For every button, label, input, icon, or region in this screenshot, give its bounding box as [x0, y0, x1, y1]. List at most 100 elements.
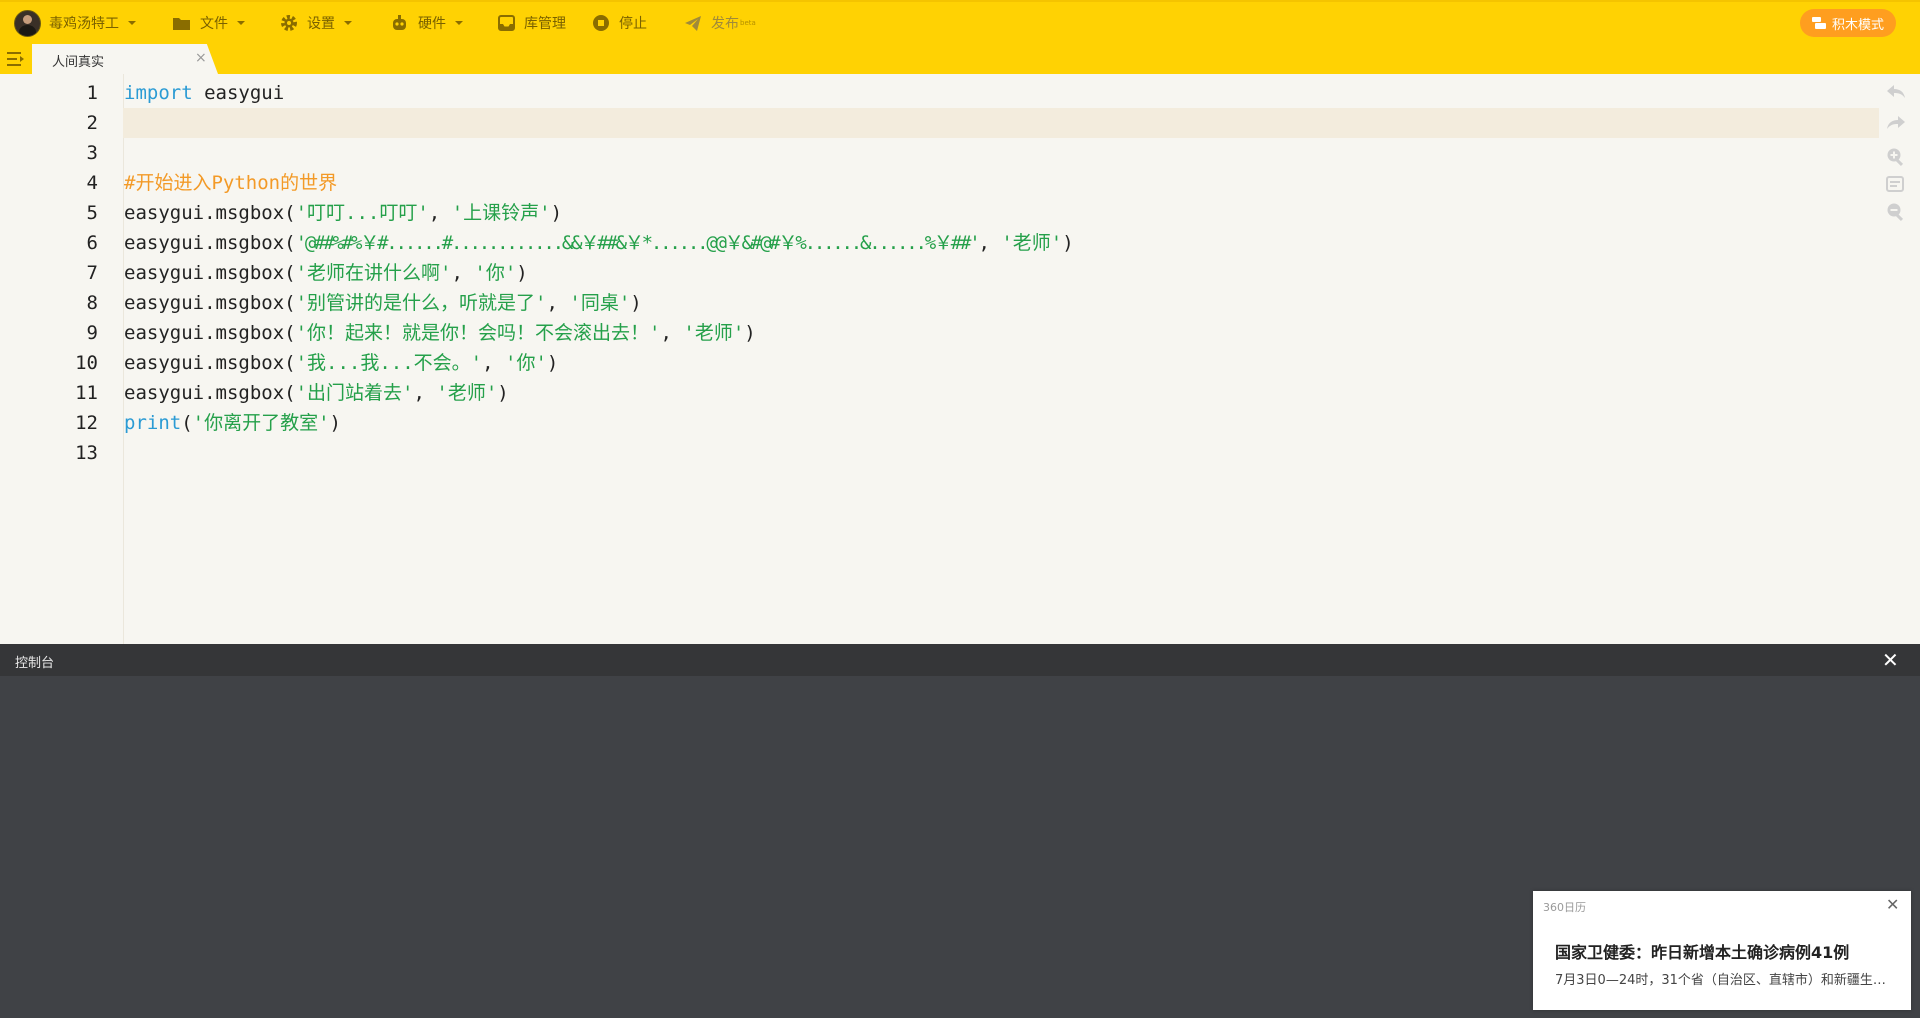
stop-circle-icon: [593, 15, 609, 31]
settings-menu-label: 设置: [307, 16, 335, 32]
robot-icon: [393, 15, 406, 30]
line-number: 5: [86, 202, 98, 224]
line-number: 3: [86, 142, 98, 164]
code-text: ): [630, 292, 642, 314]
undo-icon[interactable]: [1886, 84, 1906, 104]
code-format-icon[interactable]: [1886, 176, 1904, 196]
code-line[interactable]: #开始进入Python的世界: [124, 168, 337, 198]
news-notification[interactable]: 360日历 ✕ 国家卫健委：昨日新增本土确诊病例41例 7月3日0—24时，31…: [1533, 891, 1911, 1010]
top-menu-bar: 毒鸡汤特工 文件 设置 硬件 库管理 停止 发布 beta 积木模式: [0, 0, 1920, 44]
chevron-down-icon: [455, 21, 463, 25]
code-text: ,: [660, 322, 684, 344]
string-literal: '同桌': [569, 292, 631, 314]
string-literal: '你！起来！就是你！会吗！不会滚出去！': [295, 322, 661, 344]
code-text: ,: [978, 232, 1002, 254]
zoom-in-icon[interactable]: [1886, 147, 1906, 171]
comment: #开始进入: [124, 172, 212, 194]
code-text: easygui.msgbox(: [124, 292, 296, 314]
code-line[interactable]: print('你离开了教室'): [124, 408, 341, 438]
code-line[interactable]: easygui.msgbox('出门站着去', '老师'): [124, 378, 509, 408]
sidebar-toggle-button[interactable]: [7, 51, 25, 71]
code-text: ,: [451, 262, 475, 284]
stop-menu-label: 停止: [619, 16, 647, 32]
beta-badge: beta: [740, 19, 756, 27]
line-number: 4: [86, 172, 98, 194]
tab-file[interactable]: 人间真实 ×: [32, 44, 218, 74]
keyword: print: [124, 412, 182, 434]
menu-indent-icon: [7, 52, 24, 66]
line-number: 12: [75, 412, 98, 434]
code-text: ): [550, 202, 563, 224]
user-menu[interactable]: 毒鸡汤特工: [14, 2, 136, 44]
code-text: ,: [428, 202, 452, 224]
keyword: import: [124, 82, 193, 104]
block-mode-button[interactable]: 积木模式: [1800, 9, 1896, 37]
line-number: 10: [75, 352, 98, 374]
string-literal: '你离开了教室': [192, 412, 330, 434]
folder-icon: [173, 17, 190, 30]
settings-menu[interactable]: 设置: [280, 2, 352, 44]
line-number: 11: [75, 382, 98, 404]
line-number: 13: [75, 442, 98, 464]
string-literal: '老师': [1001, 232, 1063, 254]
library-manager[interactable]: 库管理: [498, 2, 566, 44]
string-literal: '@##%#%￥#......#............&&￥##&￥*....…: [295, 232, 981, 254]
tab-label: 人间真实: [52, 55, 105, 70]
redo-icon[interactable]: [1886, 115, 1906, 135]
code-text: ): [497, 382, 509, 404]
string-literal: '我...我...不会。': [295, 352, 483, 374]
string-literal: '老师在讲什么啊': [295, 262, 452, 284]
code-line[interactable]: import easygui: [124, 78, 284, 108]
hardware-menu[interactable]: 硬件: [390, 2, 463, 44]
chevron-down-icon: [128, 21, 136, 25]
active-line-highlight: [123, 108, 1879, 138]
tab-strip: 人间真实 ×: [0, 44, 1920, 74]
line-number: 9: [86, 322, 98, 344]
line-number: 7: [86, 262, 98, 284]
chevron-down-icon: [237, 21, 245, 25]
code-editor[interactable]: 1 2 3 4 5 6 7 8 9 10 11 12 13 import eas…: [0, 74, 1920, 694]
line-number: 6: [86, 232, 98, 254]
string-literal: '你': [474, 262, 517, 284]
stop-menu[interactable]: 停止: [592, 2, 647, 44]
console-title: 控制台: [15, 656, 55, 671]
file-menu[interactable]: 文件: [172, 2, 245, 44]
code-text: ,: [413, 382, 437, 404]
close-icon[interactable]: ✕: [1886, 895, 1899, 914]
string-literal: '叮叮...叮叮': [295, 202, 429, 224]
code-line[interactable]: easygui.msgbox('你！起来！就是你！会吗！不会滚出去！', '老师…: [124, 318, 756, 348]
line-number: 2: [86, 112, 98, 134]
publish-menu[interactable]: 发布 beta: [684, 2, 756, 44]
zoom-out-icon[interactable]: [1886, 202, 1906, 226]
line-number: 1: [86, 82, 98, 104]
code-text: easygui.msgbox(: [124, 232, 296, 254]
code-line[interactable]: easygui.msgbox('我...我...不会。', '你'): [124, 348, 558, 378]
tab-close-icon[interactable]: ×: [195, 50, 207, 66]
chevron-down-icon: [344, 21, 352, 25]
string-literal: '出门站着去': [295, 382, 414, 404]
code-text: ): [516, 262, 528, 284]
string-literal: '你': [505, 352, 547, 374]
console-header: 控制台 ✕: [0, 644, 1920, 676]
avatar: [14, 9, 41, 37]
code-text: easygui.msgbox(: [124, 202, 296, 224]
line-number: 8: [86, 292, 98, 314]
code-line[interactable]: easygui.msgbox('别管讲的是什么，听就是了', '同桌'): [124, 288, 642, 318]
code-text: ): [329, 412, 341, 434]
string-literal: '老师': [436, 382, 498, 404]
code-text: easygui.msgbox(: [124, 322, 296, 344]
code-text: easygui.msgbox(: [124, 262, 296, 284]
code-line[interactable]: easygui.msgbox('@##%#%￥#......#.........…: [124, 228, 1074, 258]
user-name: 毒鸡汤特工: [49, 16, 119, 32]
code-line[interactable]: easygui.msgbox('叮叮...叮叮', '上课铃声'): [124, 198, 562, 228]
file-menu-label: 文件: [200, 16, 228, 32]
code-text: (: [181, 412, 193, 434]
comment: Python: [211, 172, 281, 194]
string-literal: '老师': [683, 322, 745, 344]
notification-title[interactable]: 国家卫健委：昨日新增本土确诊病例41例: [1555, 939, 1849, 963]
close-icon[interactable]: ✕: [1882, 648, 1899, 672]
blocks-icon: [1811, 17, 1826, 29]
library-manager-label: 库管理: [524, 16, 566, 32]
code-text: ): [744, 322, 756, 344]
code-line[interactable]: easygui.msgbox('老师在讲什么啊', '你'): [124, 258, 528, 288]
